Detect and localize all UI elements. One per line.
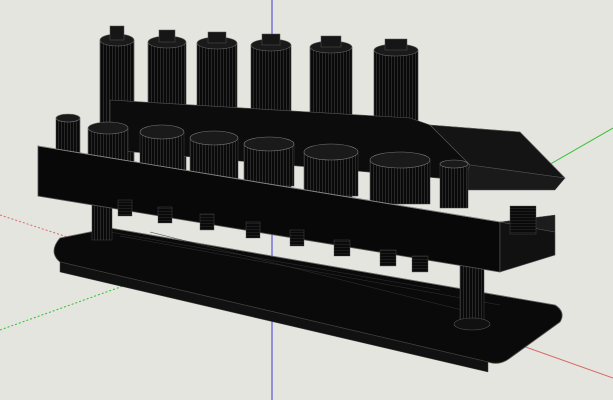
red-axis: [519, 344, 613, 379]
leg-right: [459, 261, 485, 325]
socket-6: [369, 151, 431, 205]
model-canvas[interactable]: [0, 0, 613, 400]
socket-5: [303, 143, 359, 197]
small-socket-right: [439, 159, 469, 209]
sketchup-3d-viewport[interactable]: [0, 0, 613, 400]
socket-4: [243, 136, 295, 187]
green-axis-dotted: [0, 279, 141, 331]
